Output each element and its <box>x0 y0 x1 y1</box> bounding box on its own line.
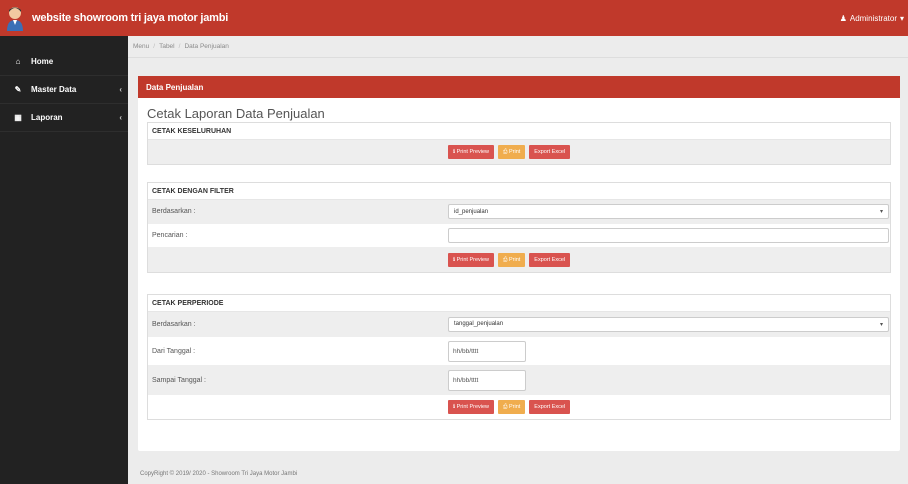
print-preview-button[interactable]: ℹ Print Preview <box>448 145 495 159</box>
breadcrumb-item-current: Data Penjualan <box>184 43 229 50</box>
breadcrumb-item-tabel[interactable]: Tabel <box>159 43 175 50</box>
search-label: Pencarian : <box>152 232 188 239</box>
logo-avatar <box>4 5 26 31</box>
button-row: ℹ Print Preview ⎙ Print Export Excel <box>148 248 890 272</box>
period-by-select[interactable]: tanggal_penjualan ▾ <box>448 316 889 332</box>
sidebar-item-label: Laporan <box>31 113 63 122</box>
to-date-row: Sampai Tanggal : hh/bb/tttt <box>148 366 890 395</box>
sidebar-item-label: Home <box>31 57 54 66</box>
section-title: CETAK DENGAN FILTER <box>148 183 890 200</box>
user-menu[interactable]: ♟ Administrator ▾ <box>840 0 904 36</box>
edit-icon: ✎ <box>14 85 22 94</box>
calendar-icon: ▦ <box>14 113 22 122</box>
to-date-label: Sampai Tanggal : <box>152 376 206 384</box>
home-icon: ⌂ <box>15 57 21 66</box>
sidebar-item-home[interactable]: ⌂ Home <box>0 48 128 76</box>
export-excel-button[interactable]: Export Excel <box>529 145 571 159</box>
sidebar-item-laporan[interactable]: ▦ Laporan ‹ <box>0 104 128 132</box>
breadcrumb: Menu / Tabel / Data Penjualan <box>128 36 908 58</box>
print-preview-button[interactable]: ℹ Print Preview <box>448 400 495 414</box>
main-panel: Data Penjualan Cetak Laporan Data Penjua… <box>138 76 900 451</box>
chevron-left-icon: ‹ <box>119 85 122 94</box>
period-by-row: Berdasarkan : tanggal_penjualan ▾ <box>148 312 890 337</box>
filter-by-row: Berdasarkan : id_penjualan ▾ <box>148 200 890 224</box>
chevron-left-icon: ‹ <box>119 113 122 122</box>
to-date-input[interactable]: hh/bb/tttt <box>448 369 526 391</box>
search-row: Pencarian : <box>148 224 890 248</box>
top-navbar: website showroom tri jaya motor jambi ♟ … <box>0 0 908 36</box>
export-excel-button[interactable]: Export Excel <box>529 253 571 267</box>
print-button[interactable]: ⎙ Print <box>498 145 526 159</box>
from-date-row: Dari Tanggal : hh/bb/tttt <box>148 337 890 366</box>
footer-copyright: CopyRight © 2019/ 2020 - Showroom Tri Ja… <box>140 471 298 477</box>
filter-by-label: Berdasarkan : <box>152 208 196 215</box>
from-date-label: Dari Tanggal : <box>152 347 196 355</box>
page-title: Cetak Laporan Data Penjualan <box>147 106 325 121</box>
period-by-label: Berdasarkan : <box>152 320 196 328</box>
app-title[interactable]: website showroom tri jaya motor jambi <box>32 12 228 24</box>
sidebar-item-label: Master Data <box>31 85 77 94</box>
panel-header: Data Penjualan <box>138 76 900 98</box>
print-preview-button[interactable]: ℹ Print Preview <box>448 253 495 267</box>
breadcrumb-item-menu[interactable]: Menu <box>133 43 149 50</box>
caret-down-icon: ▾ <box>899 13 904 23</box>
button-row: ℹ Print Preview ⎙ Print Export Excel <box>148 140 890 164</box>
user-name: Administrator <box>849 13 897 23</box>
export-excel-button[interactable]: Export Excel <box>529 400 571 414</box>
section-title: CETAK PERPERIODE <box>148 295 890 312</box>
print-button[interactable]: ⎙ Print <box>498 400 526 414</box>
caret-down-icon: ▾ <box>879 209 883 215</box>
section-print-filter: CETAK DENGAN FILTER Berdasarkan : id_pen… <box>147 182 891 273</box>
caret-down-icon: ▾ <box>879 321 883 328</box>
search-input[interactable] <box>448 228 889 243</box>
user-icon: ♟ <box>839 13 847 23</box>
filter-by-select[interactable]: id_penjualan ▾ <box>448 204 889 219</box>
print-button[interactable]: ⎙ Print <box>498 253 526 267</box>
section-print-all: CETAK KESELURUHAN ℹ Print Preview ⎙ Prin… <box>147 122 891 165</box>
from-date-input[interactable]: hh/bb/tttt <box>448 340 526 362</box>
sidebar: ⌂ Home ✎ Master Data ‹ ▦ Laporan ‹ <box>0 36 128 484</box>
button-row: ℹ Print Preview ⎙ Print Export Excel <box>148 395 890 419</box>
section-title: CETAK KESELURUHAN <box>148 123 890 140</box>
section-print-period: CETAK PERPERIODE Berdasarkan : tanggal_p… <box>147 294 891 420</box>
sidebar-item-master-data[interactable]: ✎ Master Data ‹ <box>0 76 128 104</box>
